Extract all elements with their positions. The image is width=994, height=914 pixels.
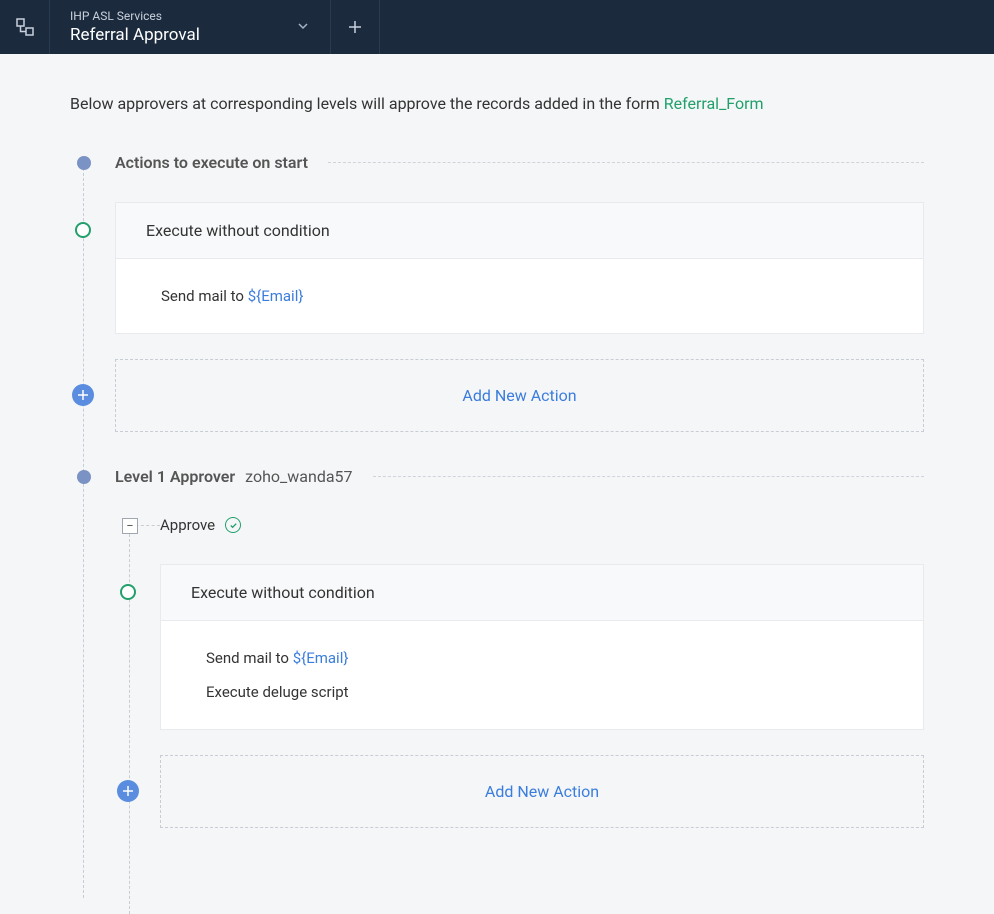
- intro-text: Below approvers at corresponding levels …: [70, 94, 924, 113]
- action-item[interactable]: Send mail to ${Email}: [161, 287, 878, 305]
- section-header: Actions to execute on start: [115, 153, 924, 172]
- action-variable: ${Email}: [293, 649, 349, 667]
- section-header: Level 1 Approverzoho_wanda57: [115, 467, 924, 486]
- action-variable: ${Email}: [248, 287, 304, 305]
- workflow-flow: Actions to execute on start Execute with…: [70, 153, 924, 828]
- card-body: Send mail to ${Email} Execute deluge scr…: [161, 621, 923, 729]
- section-title: Level 1 Approverzoho_wanda57: [115, 467, 353, 486]
- approver-name: zoho_wanda57: [245, 467, 352, 486]
- collapse-toggle[interactable]: −: [122, 518, 138, 534]
- add-new-action-button[interactable]: Add New Action: [160, 755, 924, 828]
- subsection-header: − Approve: [160, 516, 924, 534]
- section-level-1-approver: Level 1 Approverzoho_wanda57 − Approve: [70, 467, 924, 828]
- condition-block: Execute without condition Send mail to $…: [160, 564, 924, 730]
- condition-marker-icon: [75, 222, 91, 238]
- main-content: Below approvers at corresponding levels …: [0, 54, 994, 893]
- app-header: IHP ASL Services Referral Approval: [0, 0, 994, 54]
- condition-label: Execute without condition: [116, 203, 923, 259]
- section-title: Actions to execute on start: [115, 153, 308, 172]
- divider: [328, 162, 924, 163]
- header-title: Referral Approval: [70, 25, 200, 45]
- condition-marker-icon: [120, 584, 136, 600]
- header-title-block[interactable]: IHP ASL Services Referral Approval: [50, 9, 330, 45]
- chevron-down-icon[interactable]: [296, 18, 310, 37]
- divider: [373, 476, 924, 477]
- add-workflow-button[interactable]: [330, 0, 380, 54]
- add-new-action-button[interactable]: Add New Action: [115, 359, 924, 432]
- action-item[interactable]: Send mail to ${Email}: [206, 649, 878, 667]
- action-card[interactable]: Execute without condition Send mail to $…: [115, 202, 924, 334]
- condition-label: Execute without condition: [161, 565, 923, 621]
- workflow-icon: [0, 0, 50, 54]
- add-action-plus-icon[interactable]: [72, 384, 94, 406]
- section-start-actions: Actions to execute on start Execute with…: [70, 153, 924, 432]
- timeline-dot-icon: [77, 470, 91, 484]
- form-link[interactable]: Referral_Form: [664, 94, 764, 113]
- condition-block: Execute without condition Send mail to $…: [115, 202, 924, 334]
- action-item[interactable]: Execute deluge script: [206, 683, 878, 701]
- action-card[interactable]: Execute without condition Send mail to $…: [160, 564, 924, 730]
- add-action-plus-icon[interactable]: [117, 780, 139, 802]
- approve-subsection: − Approve Execute without condition Send…: [115, 516, 924, 828]
- subsection-title: Approve: [160, 516, 215, 534]
- header-subtitle: IHP ASL Services: [70, 9, 200, 23]
- add-action-block: Add New Action: [115, 359, 924, 432]
- timeline-dot-icon: [77, 156, 91, 170]
- add-action-block: Add New Action: [160, 755, 924, 828]
- card-body: Send mail to ${Email}: [116, 259, 923, 333]
- check-circle-icon: [225, 517, 241, 533]
